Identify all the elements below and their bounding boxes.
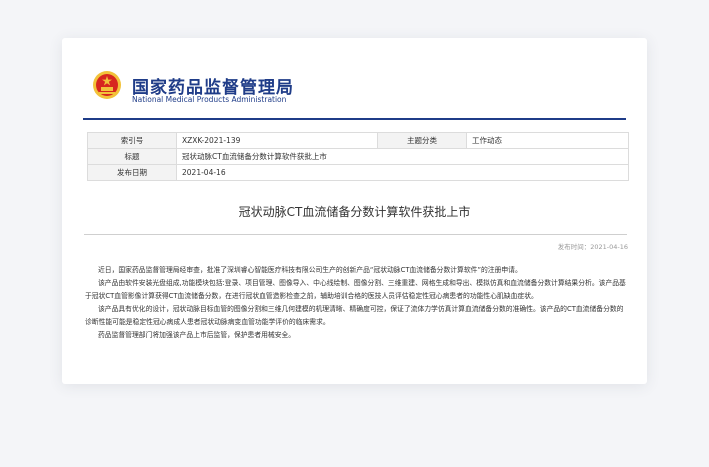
metadata-table: 索引号 XZXK-2021-139 主题分类 工作动态 标题 冠状动脉CT血流储… — [87, 132, 629, 181]
article-title: 冠状动脉CT血流储备分数计算软件获批上市 — [238, 205, 471, 219]
title-label: 标题 — [87, 148, 177, 165]
site-header: 国家药品监督管理局 National Medical Products Admi… — [92, 70, 612, 110]
table-row: 标题 冠状动脉CT血流储备分数计算软件获批上市 — [87, 148, 629, 165]
article-body: 近日，国家药品监督管理局经审查，批准了深圳睿心智能医疗科技有限公司生产的创新产品… — [85, 264, 630, 342]
paragraph: 药品监督管理部门将加强该产品上市后监管，保护患者用械安全。 — [98, 331, 296, 339]
category-value: 工作动态 — [466, 132, 629, 149]
paragraph: 近日，国家药品监督管理局经审查，批准了深圳睿心智能医疗科技有限公司生产的创新产品… — [98, 266, 522, 274]
org-name-en[interactable]: National Medical Products Administration — [132, 95, 286, 104]
index-label: 索引号 — [87, 132, 177, 149]
national-emblem-icon — [93, 71, 121, 99]
title-divider — [84, 234, 627, 235]
header-divider — [83, 118, 626, 120]
date-label: 发布日期 — [87, 164, 177, 181]
publish-date: 发布时间：2021-04-16 — [557, 243, 628, 251]
table-row: 索引号 XZXK-2021-139 主题分类 工作动态 — [87, 132, 629, 149]
article-card: 国家药品监督管理局 National Medical Products Admi… — [62, 38, 647, 384]
paragraph: 该产品具有优化的设计，冠状动脉目标血管的图像分割和三维几何建模的机理清晰、精确度… — [85, 305, 624, 326]
table-row: 发布日期 2021-04-16 — [87, 164, 629, 181]
index-value: XZXK-2021-139 — [176, 132, 378, 149]
date-value: 2021-04-16 — [176, 164, 629, 181]
category-label: 主题分类 — [377, 132, 467, 149]
paragraph: 该产品由软件安装光盘组成,功能模块包括:登录、项目管理、图像导入、中心线绘制、图… — [85, 279, 626, 300]
title-value: 冠状动脉CT血流储备分数计算软件获批上市 — [176, 148, 629, 165]
